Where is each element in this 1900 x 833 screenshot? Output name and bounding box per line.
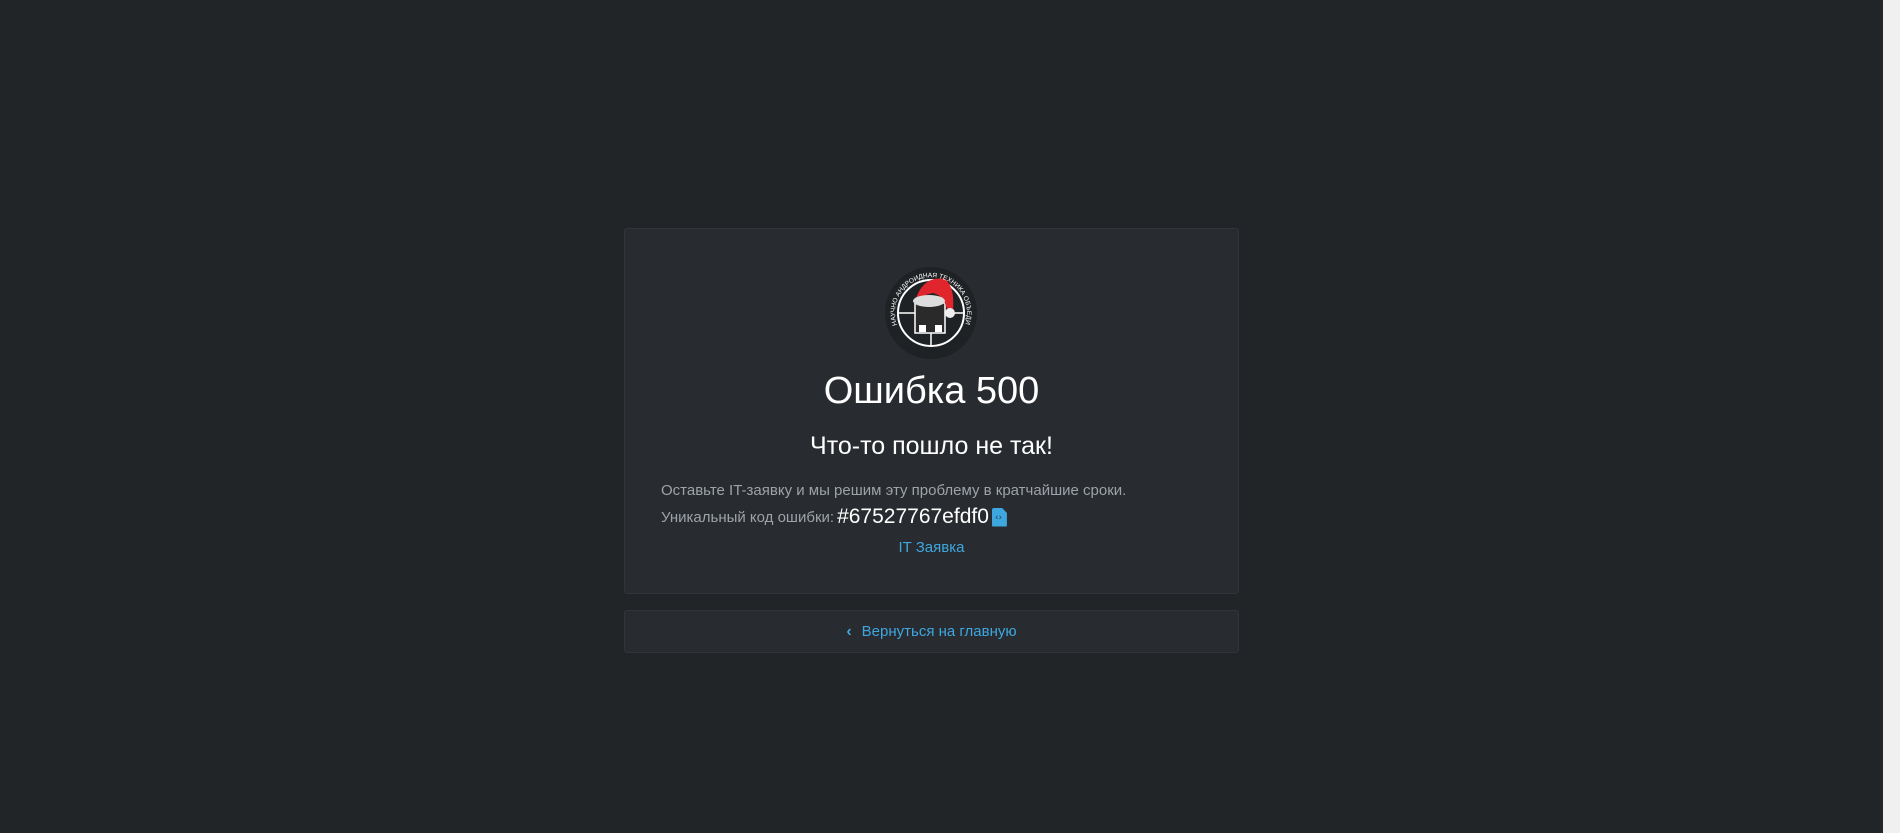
back-button-label: Вернуться на главную — [861, 623, 1017, 640]
back-to-home-button[interactable]: ‹ Вернуться на главную — [624, 610, 1239, 653]
it-request-link[interactable]: IT Заявка — [624, 539, 1239, 556]
error-title: Ошибка 500 — [823, 370, 1040, 412]
error-message: Оставьте IT-заявку и мы решим эту пробле… — [661, 482, 1127, 499]
error-code-label: Уникальный код ошибки: — [661, 508, 835, 526]
company-logo: НАУЧНО АНДРОИДНАЯ ТЕХНИКА ОБЪЕДИНЕНИЕ — [883, 265, 977, 359]
copy-code-icon[interactable]: ‹› — [991, 507, 1007, 527]
error-code-value[interactable]: #67527767efdf0 — [837, 505, 989, 529]
page-scrollbar[interactable] — [1883, 0, 1900, 833]
error-code-row: Уникальный код ошибки: #67527767efdf0 ‹› — [661, 505, 1007, 529]
error-subtitle: Что-то пошло не так! — [810, 432, 1053, 460]
chevron-left-icon: ‹ — [846, 622, 852, 640]
